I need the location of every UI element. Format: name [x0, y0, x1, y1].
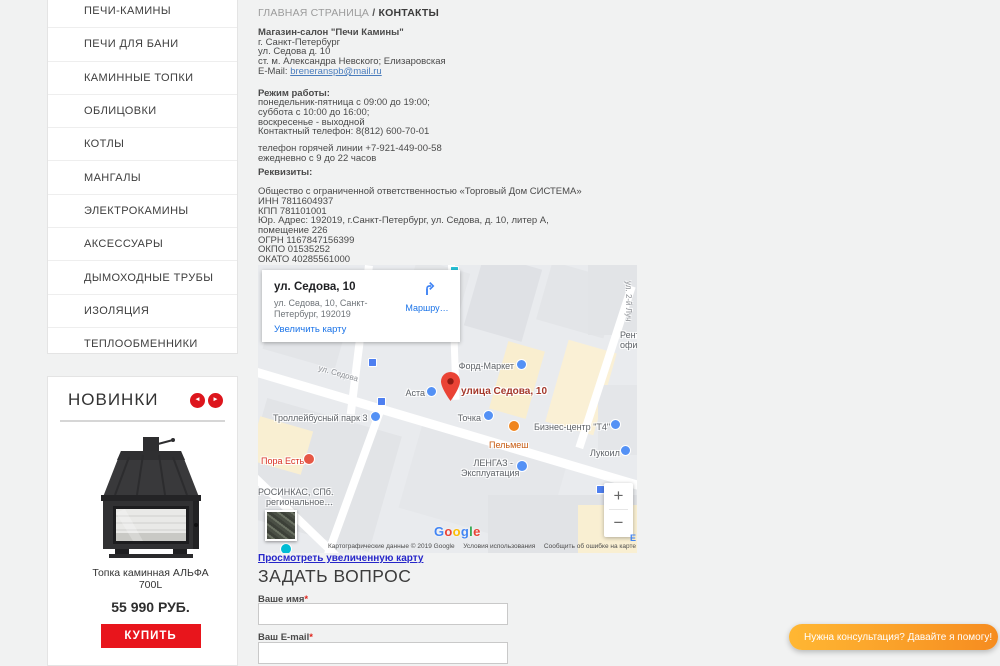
- sidebar-item-oblitsovki[interactable]: ОБЛИЦОВКИ: [48, 95, 237, 128]
- poi-tochka[interactable]: Точка: [454, 413, 481, 423]
- hotline-hours: ежедневно с 9 до 22 часов: [258, 154, 598, 164]
- divider: [60, 420, 225, 422]
- terms-of-use-link[interactable]: Условия использования: [463, 543, 535, 550]
- sidebar-item-aksessuary[interactable]: АКСЕССУАРЫ: [48, 228, 237, 261]
- zoom-in-button[interactable]: +: [604, 483, 633, 509]
- breadcrumb: ГЛАВНАЯ СТРАНИЦА / КОНТАКТЫ: [258, 7, 439, 19]
- poi-business-center-t4[interactable]: Бизнес-центр "Т4": [534, 422, 610, 432]
- poi-icon[interactable]: [610, 419, 621, 430]
- poi-icon[interactable]: [426, 386, 437, 397]
- poi-rosinkas[interactable]: РОСИНКАС, СПб.региональное…: [258, 487, 333, 507]
- map-marker-pin[interactable]: [441, 372, 460, 401]
- requisites-line: ОКАТО 40285561000: [258, 255, 598, 265]
- clipped-map-label: Е: [630, 533, 636, 543]
- sidebar-item-dymokhodnye-truby[interactable]: ДЫМОХОДНЫЕ ТРУБЫ: [48, 261, 237, 294]
- email-link[interactable]: breneranspb@mail.ru: [290, 66, 382, 77]
- map-attribution: Картографические данные © 2019 Google Ус…: [328, 543, 636, 550]
- sidebar-item-elektrokaminy[interactable]: ЭЛЕКТРОКАМИНЫ: [48, 195, 237, 228]
- carousel-next-button[interactable]: ►: [208, 393, 223, 408]
- map-zoom-control: + −: [604, 483, 633, 537]
- category-menu: ПЕЧИ-КАМИНЫ ПЕЧИ ДЛЯ БАНИ КАМИННЫЕ ТОПКИ…: [47, 0, 238, 354]
- poi-ford-market[interactable]: Форд-Маркет: [458, 361, 514, 371]
- novelties-title: НОВИНКИ: [68, 390, 187, 410]
- map-info-card: ул. Седова, 10 ул. Седова, 10, Санкт-Пет…: [262, 270, 460, 342]
- poi-icon[interactable]: [303, 453, 315, 465]
- google-logo[interactable]: Google: [434, 524, 481, 539]
- poi-pelmesh[interactable]: Пельмеш: [489, 440, 529, 450]
- google-map-embed[interactable]: ул. Седова ул. 2-й Луч Форд-Маркет Аста …: [258, 265, 637, 553]
- poi-lukoil[interactable]: Лукоил: [590, 448, 620, 458]
- enlarge-map-link[interactable]: Увеличить карту: [274, 324, 346, 335]
- requisites-line: Юр. Адрес: 192019, г.Санкт-Петербург, ул…: [258, 216, 598, 235]
- sidebar-item-kotly[interactable]: КОТЛЫ: [48, 128, 237, 161]
- map-info-title: ул. Седова, 10: [274, 281, 355, 293]
- poi-icon[interactable]: [483, 410, 494, 421]
- requisites-title: Реквизиты:: [258, 168, 598, 178]
- breadcrumb-current: КОНТАКТЫ: [379, 7, 439, 19]
- email-input[interactable]: [258, 642, 508, 664]
- sidebar-item-pechi-kaminy[interactable]: ПЕЧИ-КАМИНЫ: [48, 0, 237, 28]
- poi-icon[interactable]: [280, 543, 292, 553]
- poi-asta[interactable]: Аста: [401, 388, 425, 398]
- buy-button[interactable]: КУПИТЬ: [101, 624, 201, 648]
- breadcrumb-separator: /: [369, 7, 378, 19]
- street-name-label-vertical: ул. 2-й Луч: [624, 281, 633, 321]
- product-name[interactable]: Топка каминная АЛЬФА 700L: [68, 567, 233, 591]
- marker-address-label: улица Седова, 10: [461, 386, 547, 397]
- novelties-widget: НОВИНКИ ◄ ►: [47, 376, 238, 666]
- contact-info: Магазин-салон "Печи Камины" г. Санкт-Пет…: [258, 28, 598, 265]
- carousel-prev-button[interactable]: ◄: [190, 393, 205, 408]
- poi-pora-est[interactable]: Пора Есть: [261, 456, 304, 466]
- poi-edge-clipped: Рентофициальн: [620, 330, 637, 350]
- sidebar-item-mangaly[interactable]: МАНГАЛЫ: [48, 161, 237, 194]
- poi-icon[interactable]: [516, 460, 528, 472]
- product-price: 55 990 РУБ.: [68, 599, 233, 615]
- chat-widget-text: Нужна консультация? Давайте я помогу!: [804, 632, 992, 643]
- transit-stop-icon: [368, 358, 377, 367]
- poi-lengaz[interactable]: ЛЕНГАЗ -Эксплуатация: [461, 458, 513, 478]
- chat-consultant-widget[interactable]: Нужна консультация? Давайте я помогу!: [789, 624, 998, 650]
- ask-question-title: ЗАДАТЬ ВОПРОС: [258, 566, 411, 587]
- view-larger-map-link[interactable]: Просмотреть увеличенную карту: [258, 553, 423, 564]
- map-info-address: ул. Седова, 10, Санкт-Петербург, 192019: [274, 298, 399, 319]
- poi-icon[interactable]: [370, 411, 381, 422]
- schedule-line: Контактный телефон: 8(812) 600-70-01: [258, 127, 598, 137]
- transit-stop-icon: [377, 397, 386, 406]
- directions-icon: [419, 280, 435, 296]
- satellite-view-toggle[interactable]: [265, 510, 297, 541]
- poi-icon[interactable]: [516, 359, 527, 370]
- sidebar-item-izolyatsiya[interactable]: ИЗОЛЯЦИЯ: [48, 295, 237, 328]
- name-input[interactable]: [258, 603, 508, 625]
- zoom-out-button[interactable]: −: [604, 510, 633, 536]
- poi-trolleybus-park[interactable]: Троллейбусный парк 3: [273, 413, 368, 423]
- sidebar-item-kaminnye-topki[interactable]: КАМИННЫЕ ТОПКИ: [48, 62, 237, 95]
- poi-icon[interactable]: [620, 445, 631, 456]
- sidebar-item-pechi-dlya-bani[interactable]: ПЕЧИ ДЛЯ БАНИ: [48, 28, 237, 61]
- product-image-fireplace-insert[interactable]: [85, 437, 217, 563]
- email-line: E-Mail: breneranspb@mail.ru: [258, 67, 598, 77]
- poi-icon[interactable]: [508, 420, 520, 432]
- product-card: Топка каминная АЛЬФА 700L 55 990 РУБ. КУ…: [68, 433, 233, 648]
- breadcrumb-home-link[interactable]: ГЛАВНАЯ СТРАНИЦА: [258, 7, 369, 19]
- sidebar-item-teploobmenniki[interactable]: ТЕПЛООБМЕННИКИ: [48, 328, 237, 360]
- directions-button[interactable]: Маршру…: [402, 280, 452, 313]
- map-data-copyright: Картографические данные © 2019 Google: [328, 543, 455, 550]
- report-error-link[interactable]: Сообщить об ошибке на карте: [544, 543, 636, 550]
